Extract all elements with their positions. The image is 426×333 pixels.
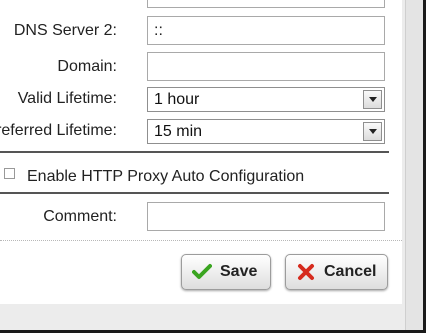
valid-lifetime-value: 1 hour	[154, 91, 200, 108]
domain-input[interactable]	[147, 52, 385, 81]
x-icon	[296, 262, 316, 282]
section-divider	[0, 151, 389, 153]
valid-lifetime-select[interactable]: 1 hour	[147, 87, 385, 112]
check-icon	[192, 262, 212, 282]
preferred-lifetime-value: 15 min	[154, 123, 203, 140]
dropdown-arrow-icon[interactable]	[363, 122, 382, 141]
comment-label: Comment:	[43, 208, 117, 225]
previous-field-input[interactable]	[147, 0, 385, 8]
http-proxy-auto-config-label: Enable HTTP Proxy Auto Configuration	[27, 168, 305, 185]
dropdown-arrow-icon[interactable]	[363, 90, 382, 109]
cancel-button-label: Cancel	[324, 263, 377, 280]
section-divider	[0, 192, 389, 194]
comment-input[interactable]	[147, 202, 385, 231]
save-button-label: Save	[220, 263, 258, 280]
save-button[interactable]: Save	[181, 254, 271, 290]
dns-server-2-label: DNS Server 2:	[13, 22, 117, 39]
dns-server-2-input[interactable]: ::	[147, 16, 385, 45]
footer-divider	[0, 240, 402, 241]
valid-lifetime-label: Valid Lifetime:	[17, 90, 117, 107]
cancel-button[interactable]: Cancel	[285, 254, 388, 290]
domain-label: Domain:	[57, 58, 117, 75]
http-proxy-auto-config-checkbox[interactable]	[4, 168, 15, 179]
preferred-lifetime-label: Preferred Lifetime:	[0, 122, 117, 139]
form-panel: DNS Server 2: :: Domain: Valid Lifetime:…	[0, 0, 402, 304]
preferred-lifetime-select[interactable]: 15 min	[147, 119, 385, 144]
